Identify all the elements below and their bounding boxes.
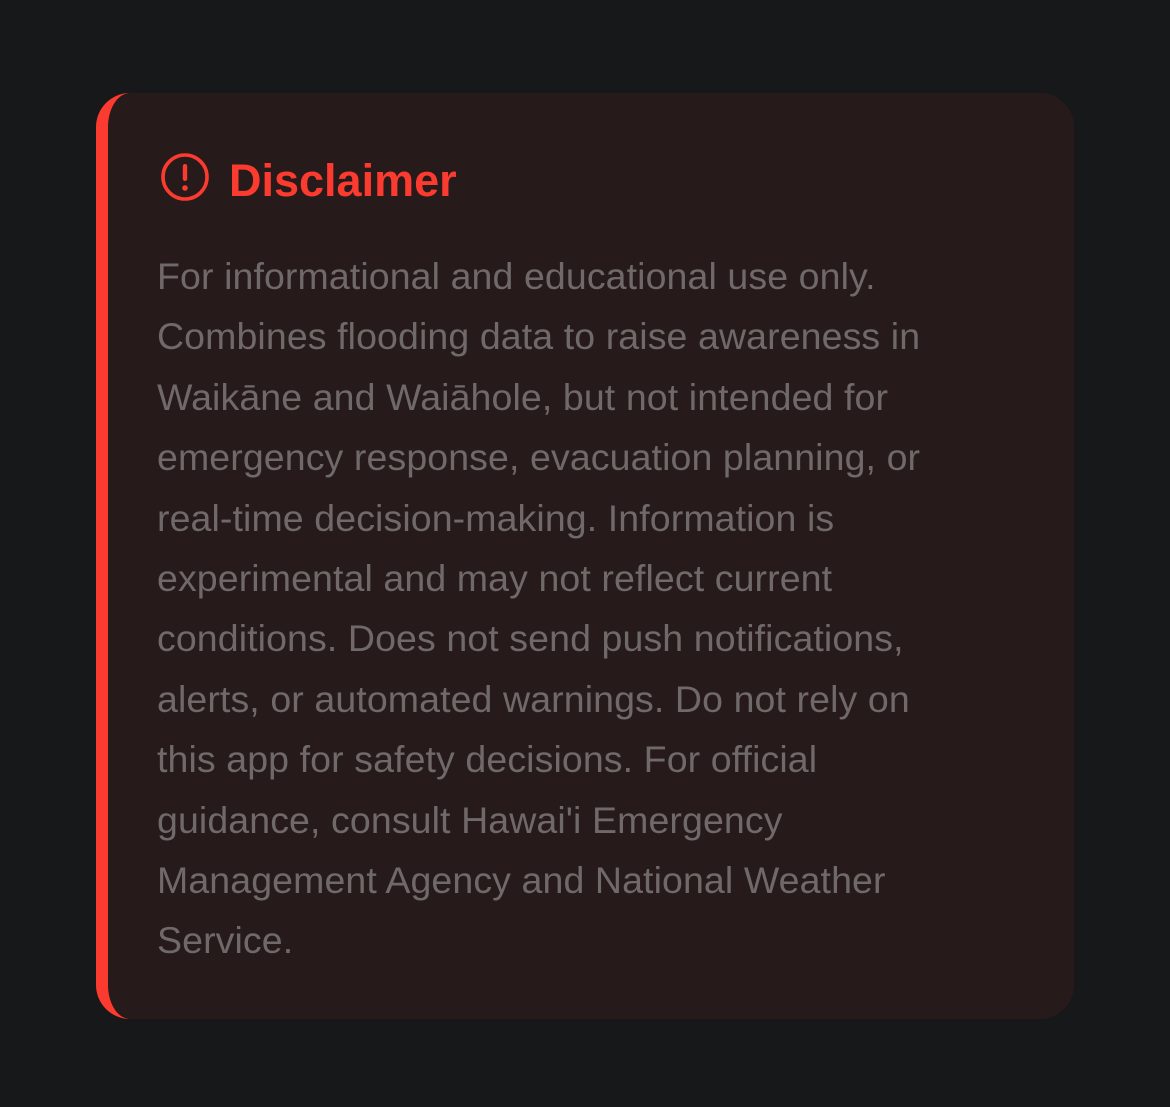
disclaimer-line: Combines flooding data to raise awarenes… [157,315,921,358]
disclaimer-line: real-time decision-making. Information i… [157,496,835,539]
disclaimer-line: emergency response, evacuation planning,… [157,436,921,479]
disclaimer-header: Disclaimer [160,151,1004,211]
disclaimer-line: alerts, or automated warnings. Do not re… [157,677,910,720]
disclaimer-line: guidance, consult Hawai'i Emergency [157,798,783,841]
disclaimer-line: this app for safety decisions. For offic… [157,738,818,781]
exclamation-circle-icon [160,152,210,202]
disclaimer-line: conditions. Does not send push notificat… [157,617,904,660]
disclaimer-title: Disclaimer [229,155,457,206]
disclaimer-text: For informational and educational use on… [157,246,1017,971]
disclaimer-line: Waikāne and Waiāhole, but not intended f… [157,375,889,418]
disclaimer-line: Service. [157,919,294,962]
disclaimer-card: Disclaimer For informational and educati… [96,93,1074,1019]
disclaimer-line: Management Agency and National Weather [157,859,886,902]
disclaimer-line: For informational and educational use on… [157,255,876,297]
disclaimer-line: experimental and may not reflect current [157,557,833,600]
